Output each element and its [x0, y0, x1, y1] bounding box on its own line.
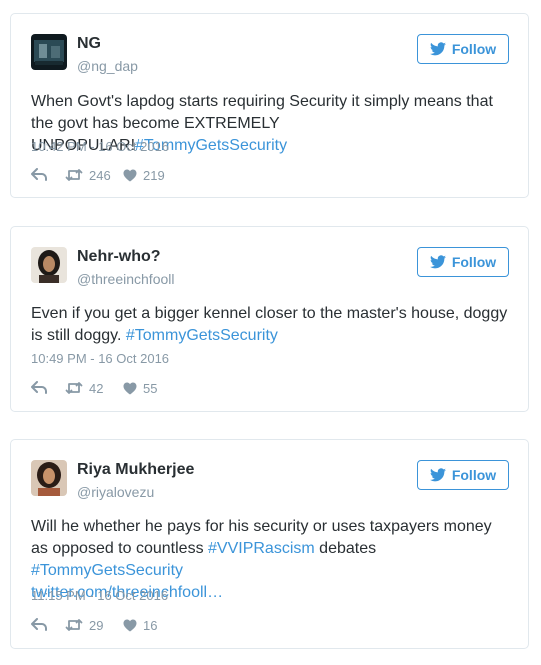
- tweet-actions: 42 55: [31, 379, 157, 397]
- tweet-actions: 246 219: [31, 166, 165, 184]
- like-button[interactable]: 219: [123, 168, 165, 183]
- user-name[interactable]: Nehr-who?: [77, 248, 161, 266]
- tweet-card: Nehr-who? @threeinchfooll Follow Even if…: [10, 226, 529, 412]
- tweet-text-mid: debates: [319, 540, 377, 557]
- reply-icon: [31, 618, 47, 631]
- bird-icon: [429, 255, 446, 269]
- user-handle[interactable]: @riyalovezu: [77, 484, 154, 500]
- user-handle[interactable]: @ng_dap: [77, 58, 138, 74]
- follow-label: Follow: [451, 467, 497, 483]
- hashtag-link[interactable]: #TommyGetsSecurity: [126, 327, 278, 344]
- retweet-icon: [65, 619, 83, 631]
- bird-icon: [429, 42, 446, 56]
- tweet-actions: 29 16: [31, 616, 157, 634]
- retweet-count: 29: [89, 617, 104, 633]
- like-count: 219: [143, 167, 165, 183]
- retweet-count: 246: [89, 167, 111, 183]
- retweet-icon: [65, 169, 83, 181]
- heart-icon: [123, 619, 137, 631]
- retweet-count: 42: [89, 380, 104, 396]
- tweet-card: NG @ng_dap Follow When Govt's lapdog sta…: [10, 13, 529, 198]
- user-name[interactable]: Riya Mukherjee: [77, 461, 194, 479]
- like-button[interactable]: 16: [123, 618, 157, 633]
- retweet-button[interactable]: 246: [65, 168, 123, 183]
- avatar[interactable]: [31, 460, 67, 496]
- follow-label: Follow: [451, 41, 497, 57]
- user-name[interactable]: NG: [77, 35, 101, 53]
- heart-icon: [123, 382, 137, 394]
- follow-button[interactable]: Follow: [417, 34, 509, 64]
- avatar[interactable]: [31, 247, 67, 283]
- follow-button[interactable]: Follow: [417, 460, 509, 490]
- hashtag-link[interactable]: #TommyGetsSecurity: [31, 562, 183, 579]
- reply-icon: [31, 381, 47, 394]
- bird-icon: [429, 468, 446, 482]
- timestamp[interactable]: 10:42 PM - 16 Oct 2016: [31, 139, 169, 154]
- tweet-card: Riya Mukherjee @riyalovezu Follow Will h…: [10, 439, 529, 649]
- hashtag-link[interactable]: #VVIPRascism: [208, 540, 315, 557]
- follow-label: Follow: [451, 254, 497, 270]
- retweet-button[interactable]: 42: [65, 381, 123, 396]
- reply-button[interactable]: [31, 168, 65, 182]
- retweet-button[interactable]: 29: [65, 618, 123, 633]
- reply-icon: [31, 168, 47, 181]
- follow-button[interactable]: Follow: [417, 247, 509, 277]
- like-count: 55: [143, 380, 158, 396]
- user-handle[interactable]: @threeinchfooll: [77, 271, 175, 287]
- like-button[interactable]: 55: [123, 381, 157, 396]
- timestamp[interactable]: 11:15 PM - 16 Oct 2016: [31, 588, 168, 603]
- heart-icon: [123, 169, 137, 181]
- tweet-text: Even if you get a bigger kennel closer t…: [31, 303, 510, 347]
- like-count: 16: [143, 617, 158, 633]
- timestamp[interactable]: 10:49 PM - 16 Oct 2016: [31, 351, 169, 366]
- reply-button[interactable]: [31, 618, 65, 632]
- retweet-icon: [65, 382, 83, 394]
- avatar[interactable]: [31, 34, 67, 70]
- reply-button[interactable]: [31, 381, 65, 395]
